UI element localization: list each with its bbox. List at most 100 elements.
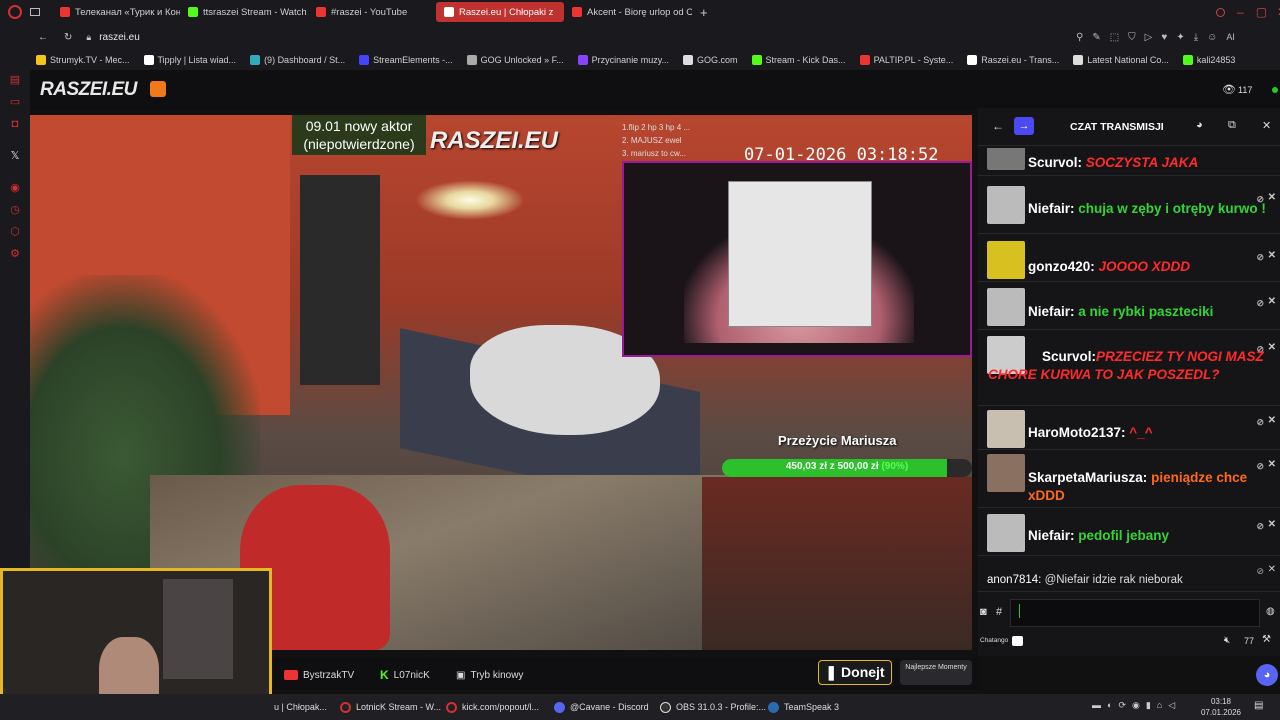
overlay-top-donors: 1.flip 2 hp 3 hp 4 ... 2. MAJUSZ ewel 3.…	[622, 123, 691, 158]
bookmark-7[interactable]: GOG.com	[683, 55, 738, 65]
avatar	[987, 186, 1025, 224]
back-icon[interactable]: ←	[38, 32, 48, 43]
bookmark-5[interactable]: GOG Unlocked » F...	[466, 55, 564, 65]
shield-icon[interactable]: ⛉	[1128, 32, 1136, 43]
tray-icon[interactable]: ◐	[1107, 700, 1112, 711]
tab-1[interactable]: Телеканал «Турик и Коне	[52, 2, 180, 22]
network-icon[interactable]: ⌂	[1157, 700, 1162, 711]
najlepsze-button[interactable]: Najlepsze Momenty	[900, 660, 972, 685]
chat-username[interactable]: Niefair:	[1028, 304, 1075, 319]
search-tabs-icon[interactable]	[1216, 7, 1225, 17]
chat-forward-button[interactable]: →	[1014, 117, 1034, 135]
chat-username[interactable]: Niefair:	[1028, 528, 1075, 543]
discord-float-button[interactable]: ◕	[1256, 664, 1278, 686]
shopping-icon[interactable]: ▤	[9, 74, 21, 86]
chat-message: ⊘ ✕ Niefair: pedofil jebany	[978, 510, 1280, 556]
chandelier	[415, 180, 525, 220]
bookmark-4[interactable]: StreamElements -...	[359, 55, 453, 65]
history-icon[interactable]: ◷	[9, 204, 21, 216]
pin-icon[interactable]: ✎	[1092, 32, 1100, 43]
notification-icon[interactable]: ▤	[1254, 700, 1263, 711]
chat-close-icon[interactable]: ✕	[1262, 119, 1271, 132]
account-icon[interactable]: ☺	[1207, 32, 1217, 43]
tray-icon[interactable]: ◉	[1132, 700, 1140, 711]
url-field[interactable]: raszei.eu	[99, 32, 140, 43]
messenger-icon[interactable]: ▭	[9, 96, 21, 108]
emoji-icon[interactable]: ◍	[1266, 606, 1275, 617]
download-icon[interactable]: ⤓	[1194, 32, 1198, 43]
channel-l07nick[interactable]: K L07nicK	[380, 666, 430, 684]
workspaces-icon[interactable]	[30, 8, 40, 16]
site-badge-icon[interactable]	[150, 81, 166, 97]
chat-username[interactable]: Scurvol:	[1028, 155, 1082, 170]
clock[interactable]: 03:18 07.01.2026	[1198, 696, 1244, 718]
bookmark-6[interactable]: Przycinanie muzy...	[577, 55, 669, 65]
tab-4-active[interactable]: Raszei.eu | Chłopaki z	[436, 2, 564, 22]
avatar	[987, 454, 1025, 492]
ai-toolbar-icon[interactable]: AI	[1226, 32, 1235, 43]
extension-icon[interactable]: ✦	[1176, 32, 1184, 43]
settings-hammer-icon[interactable]: ⚒	[1262, 634, 1271, 645]
new-tab-button[interactable]: +	[700, 5, 708, 20]
overlay-watermark: RASZEI.EU	[430, 127, 559, 154]
bookmark-10[interactable]: Raszei.eu - Trans...	[967, 55, 1059, 65]
play-icon[interactable]: ▷	[1145, 32, 1153, 43]
bookmark-12[interactable]: kali24853	[1182, 55, 1235, 65]
channel-bystrzak[interactable]: BystrzakTV	[284, 666, 354, 684]
lock-icon: 🔒︎	[86, 31, 92, 42]
bookmark-3[interactable]: (9) Dashboard / St...	[250, 55, 345, 65]
discord-icon[interactable]: ◕	[1196, 119, 1203, 131]
camera-icon[interactable]: ◙	[980, 606, 987, 618]
chat-username[interactable]: anon7814:	[987, 574, 1041, 586]
instagram-icon[interactable]: ◘	[9, 118, 21, 130]
taskbar-item[interactable]: TeamSpeak 3	[768, 696, 839, 718]
extensions-icon[interactable]: ⬡	[9, 226, 21, 238]
tray-icon[interactable]: ▬	[1092, 700, 1101, 711]
youtube-icon	[60, 7, 70, 17]
bookmark-2[interactable]: Tipply | Lista wiad...	[143, 55, 236, 65]
chat-input[interactable]	[1010, 599, 1260, 627]
zoom-icon[interactable]: ⚲	[1076, 32, 1083, 43]
kick-icon	[188, 7, 198, 17]
chat-username[interactable]: gonzo420:	[1028, 259, 1095, 274]
x-icon[interactable]: 𝕏	[9, 150, 21, 162]
minimize-icon[interactable]: –	[1237, 5, 1244, 19]
chat-username[interactable]: Niefair:	[1028, 201, 1075, 216]
donate-button[interactable]: ❚ Donejt	[818, 660, 892, 685]
screenshot-icon[interactable]: ⬚	[1110, 32, 1119, 43]
taskbar-item[interactable]: LotnicK Stream - W...	[340, 696, 441, 718]
chat-username[interactable]: HaroMoto2137:	[1028, 425, 1126, 440]
chatango-label[interactable]: Chatango	[980, 637, 1008, 644]
volume-icon[interactable]: ◁	[1168, 700, 1175, 711]
bookmark-11[interactable]: Latest National Co...	[1073, 55, 1169, 65]
opera-logo-icon[interactable]	[8, 5, 22, 19]
heart-icon[interactable]: ♥	[1161, 32, 1167, 43]
chat-username[interactable]: SkarpetaMariusza:	[1028, 470, 1147, 485]
popout-icon[interactable]: ⧉	[1228, 119, 1236, 132]
chat-back-icon[interactable]: ←	[992, 119, 1004, 133]
taskbar-item[interactable]: @Cavane - Discord	[554, 696, 649, 718]
player-icon[interactable]: ◉	[9, 182, 21, 194]
tab-2[interactable]: ttsraszei Stream - Watch L	[180, 2, 308, 22]
taskbar-item[interactable]: kick.com/popout/l...	[446, 696, 539, 718]
tab-3[interactable]: #raszei - YouTube	[308, 2, 436, 22]
goal-title: Przeżycie Mariusza	[778, 433, 897, 448]
bookmark-9[interactable]: PALTIP.PL - Syste...	[859, 55, 953, 65]
bookmark-1[interactable]: Strumyk.TV - Mec...	[36, 55, 130, 65]
bookmark-8[interactable]: Stream - Kick Das...	[751, 55, 846, 65]
chatango-icon	[1012, 636, 1023, 646]
taskbar-item[interactable]: OBS 31.0.3 - Profile:...	[660, 696, 766, 718]
taskbar-item[interactable]: u | Chłopak...	[274, 696, 327, 718]
tab-5[interactable]: Akcent - Biorę urlop od Ci	[564, 2, 692, 22]
door	[300, 175, 380, 385]
tray-icon[interactable]: ⟳	[1118, 700, 1126, 711]
cinema-mode-button[interactable]: ▣ Tryb kinowy	[456, 666, 523, 684]
site-logo[interactable]: RASZEI.EU	[40, 79, 137, 101]
chat-footer: Chatango 🔇︎ 77 ⚒	[978, 632, 1280, 654]
settings-icon[interactable]: ⚙	[9, 248, 21, 260]
tray-icon[interactable]: ▮	[1146, 700, 1151, 711]
mute-icon[interactable]: 🔇︎	[1224, 635, 1230, 646]
reload-icon[interactable]: ↻	[64, 32, 72, 43]
maximize-icon[interactable]: ▢	[1256, 5, 1267, 19]
hashtag-label[interactable]: #	[996, 606, 1002, 618]
